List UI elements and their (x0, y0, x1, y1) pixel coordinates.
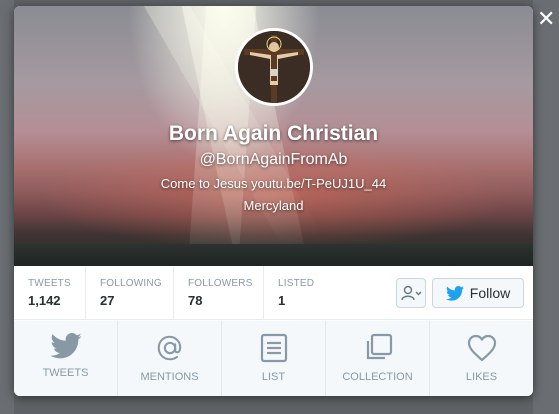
twitter-bird-icon (49, 333, 82, 359)
nav-collection[interactable]: COLLECTION (326, 321, 430, 396)
stat-label: FOLLOWING (100, 278, 162, 289)
nav-label: LIKES (465, 371, 498, 383)
profile-handle[interactable]: @BornAgainFromAb (14, 151, 533, 169)
profile-bio: Come to Jesus youtu.be/T-PeUJ1U_44 (160, 176, 387, 191)
stat-label: FOLLOWERS (188, 278, 253, 289)
stat-value: 1,142 (28, 293, 61, 308)
follow-button-label: Follow (469, 285, 511, 301)
nav-list[interactable]: LIST (222, 321, 326, 396)
stat-following[interactable]: FOLLOWING 27 (86, 266, 174, 320)
profile-banner: Born Again Christian @BornAgainFromAb Co… (14, 6, 533, 287)
stat-tweets[interactable]: TWEETS 1,142 (14, 266, 86, 320)
stat-value: 78 (188, 293, 203, 308)
follow-button[interactable]: Follow (432, 278, 524, 308)
nav-label: TWEETS (42, 367, 89, 379)
stat-value: 27 (100, 293, 115, 308)
user-actions-button[interactable] (396, 278, 426, 308)
background-left-column (0, 0, 14, 414)
at-sign-icon (157, 335, 181, 361)
stat-value: 1 (278, 293, 286, 308)
twitter-bird-icon (445, 285, 464, 301)
nav-mentions[interactable]: MENTIONS (118, 321, 222, 396)
crucifix-image (238, 31, 310, 103)
nav-label: MENTIONS (140, 371, 199, 383)
nav-label: COLLECTION (342, 371, 413, 383)
profile-name[interactable]: Born Again Christian (14, 122, 533, 146)
avatar[interactable] (235, 28, 313, 106)
collection-icon (366, 333, 392, 360)
profile-stats: TWEETS 1,142 FOLLOWING 27 FOLLOWERS 78 L… (14, 266, 533, 320)
profile-location: Mercyland (243, 198, 304, 213)
close-icon[interactable]: ✕ (537, 8, 555, 30)
stat-followers[interactable]: FOLLOWERS 78 (174, 266, 264, 320)
stat-listed[interactable]: LISTED 1 (264, 266, 334, 320)
profile-popup: Born Again Christian @BornAgainFromAb Co… (14, 6, 533, 396)
stat-label: LISTED (278, 278, 315, 289)
list-icon (260, 333, 287, 363)
background-right-column (533, 0, 559, 414)
user-dropdown-icon (401, 285, 422, 301)
stat-label: TWEETS (28, 278, 71, 289)
nav-tweets[interactable]: TWEETS (14, 321, 118, 396)
nav-likes[interactable]: LIKES (430, 321, 533, 396)
banner-treeline (14, 244, 533, 266)
nav-label: LIST (261, 371, 286, 383)
heart-icon (467, 334, 496, 362)
profile-nav: TWEETS MENTIONS LIST COLLECTION LIKES (14, 321, 533, 396)
